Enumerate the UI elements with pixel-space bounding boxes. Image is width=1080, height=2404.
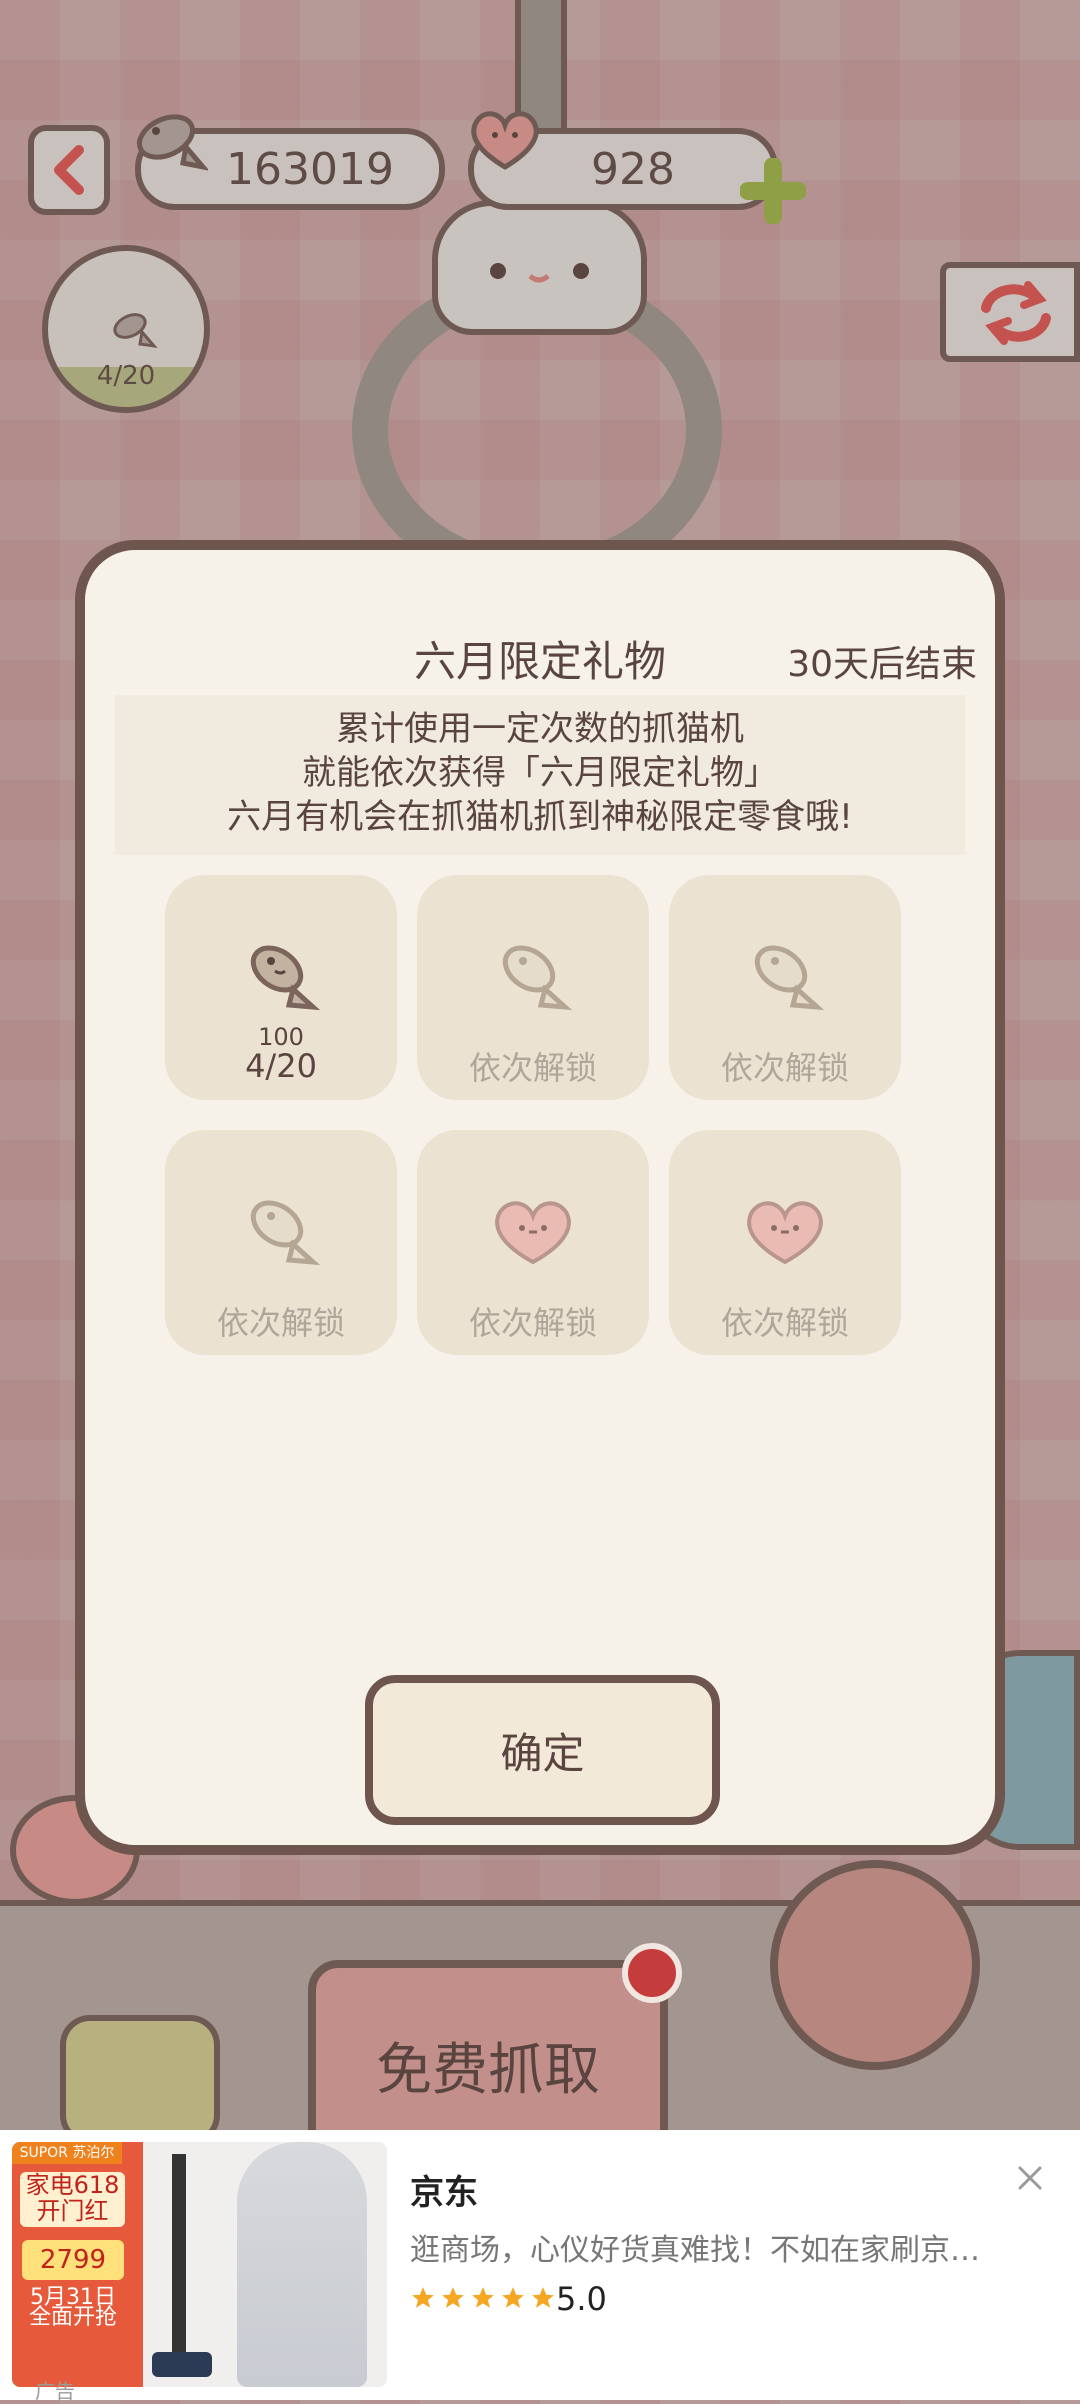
back-button[interactable] <box>28 125 110 215</box>
star-icon <box>532 2287 554 2308</box>
ad-thumb-badge: 家电618 开门红 <box>20 2172 125 2227</box>
plus-icon <box>740 158 806 224</box>
notification-dot <box>622 1943 682 2003</box>
modal-description: 累计使用一定次数的抓猫机 就能依次获得「六月限定礼物」 六月有机会在抓猫机抓到神… <box>115 695 965 855</box>
description-line: 累计使用一定次数的抓猫机 <box>336 709 744 749</box>
ad-thumb-price: 2799 <box>22 2240 124 2280</box>
ad-text[interactable]: 逛商场，心仪好货真难找！不如在家刷京… <box>410 2225 990 2269</box>
locked-label: 依次解锁 <box>720 1304 849 1342</box>
ad-rating-stars <box>410 2285 556 2311</box>
reward-card[interactable]: 依次解锁 <box>165 1130 397 1355</box>
locked-label: 依次解锁 <box>216 1304 345 1342</box>
back-arrow-icon <box>54 145 84 195</box>
description-line: 就能依次获得「六月限定礼物」 <box>302 753 778 793</box>
reward-card[interactable]: 依次解锁 <box>669 875 901 1100</box>
star-icon <box>442 2287 464 2308</box>
reward-progress: 4/20 <box>245 1047 317 1085</box>
fish-icon <box>128 105 210 179</box>
june-gift-modal: 六月限定礼物 30天后结束 累计使用一定次数的抓猫机 就能依次获得「六月限定礼物… <box>75 540 1005 1855</box>
cat-shop-button[interactable] <box>60 2015 220 2145</box>
progress-text: 4/20 <box>96 361 156 391</box>
ad-close-button[interactable] <box>1010 2158 1050 2198</box>
heart-snack-icon <box>747 1201 823 1265</box>
reward-card[interactable]: 依次解锁 <box>417 1130 649 1355</box>
ad-thumbnail[interactable]: SUPOR 苏泊尔 家电618 开门红 2799 5月31日 全面开抢 <box>12 2142 387 2387</box>
ad-thumb-brand: SUPOR 苏泊尔 <box>12 2142 122 2164</box>
close-icon <box>1018 2166 1042 2190</box>
fish-icon <box>754 945 825 1011</box>
ad-title[interactable]: 京东 <box>410 2165 478 2214</box>
refresh-icon <box>981 281 1051 345</box>
confirm-button[interactable]: 确定 <box>365 1675 720 1825</box>
star-icon <box>502 2287 524 2308</box>
heart-snack-icon <box>495 1201 571 1265</box>
locked-label: 依次解锁 <box>468 1304 597 1342</box>
fish-icon <box>250 945 321 1011</box>
joystick-ball[interactable] <box>770 1860 980 2070</box>
free-grab-label: 免费抓取 <box>376 2037 600 2103</box>
reward-card[interactable]: 依次解锁 <box>669 1130 901 1355</box>
refresh-button[interactable] <box>940 262 1080 362</box>
ad-thumb-date: 5月31日 全面开抢 <box>28 2285 117 2330</box>
fish-icon <box>502 945 573 1011</box>
star-icon <box>412 2287 434 2308</box>
fish-icon <box>113 313 158 349</box>
grab-progress-circle[interactable]: 4/20 <box>42 245 210 413</box>
reward-card[interactable]: 依次解锁 <box>417 875 649 1100</box>
description-line: 六月有机会在抓猫机抓到神秘限定零食哦! <box>227 797 853 837</box>
locked-label: 依次解锁 <box>468 1049 597 1087</box>
heart-count: 928 <box>591 143 675 195</box>
confirm-label: 确定 <box>500 1728 585 1778</box>
ad-rating: 5.0 <box>556 2280 607 2318</box>
claw-cat-head <box>432 200 647 335</box>
fish-icon <box>250 1200 321 1266</box>
reward-card[interactable]: 100 4/20 <box>165 875 397 1100</box>
modal-timer: 30天后结束 <box>787 644 977 685</box>
add-hearts-button[interactable] <box>740 158 806 224</box>
ad-mop-handle <box>172 2154 186 2359</box>
ad-person-figure <box>237 2142 367 2387</box>
locked-label: 依次解锁 <box>720 1049 849 1087</box>
ad-mop-base <box>152 2352 212 2377</box>
star-icon <box>472 2287 494 2308</box>
fish-count: 163019 <box>226 143 394 195</box>
heart-snack-icon <box>465 103 545 177</box>
